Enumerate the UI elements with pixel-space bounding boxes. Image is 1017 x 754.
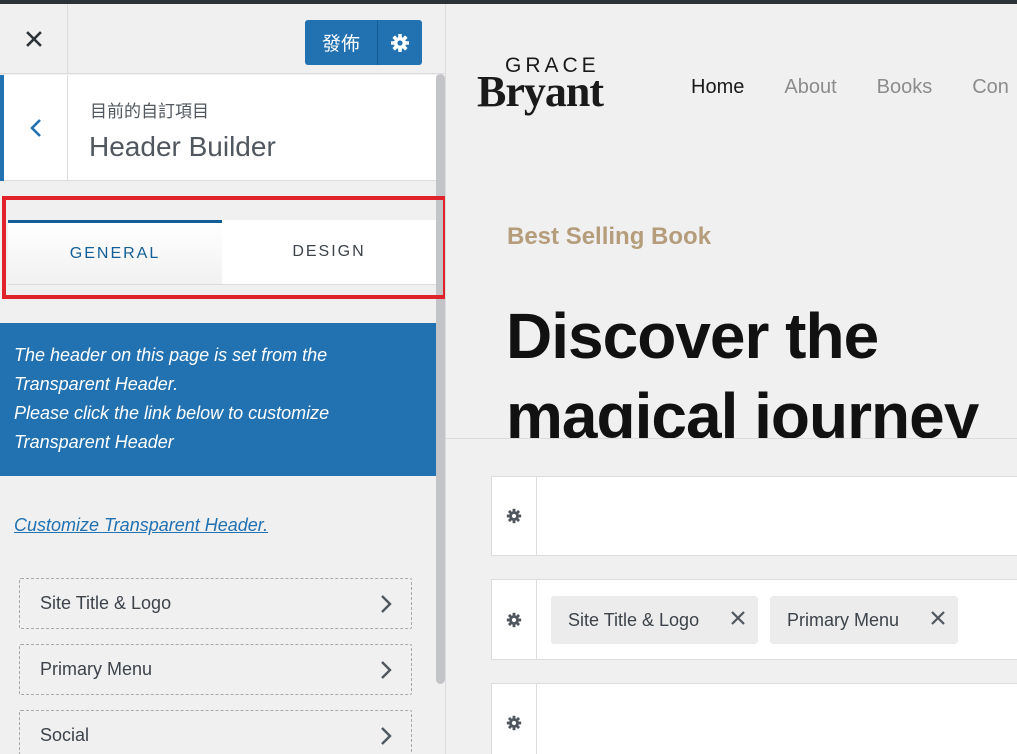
chip-label: Site Title & Logo xyxy=(568,609,700,630)
chevron-right-icon xyxy=(381,595,392,613)
gear-icon xyxy=(506,508,522,524)
builder-row-above-header[interactable] xyxy=(491,476,1017,556)
nav-item-contact[interactable]: Con xyxy=(972,76,1009,99)
chip-label: Primary Menu xyxy=(787,609,900,630)
builder-row-primary-header[interactable]: Site Title & Logo Primary Menu xyxy=(491,579,1017,660)
list-item-site-title-logo[interactable]: Site Title & Logo xyxy=(19,578,412,629)
hero-line: Discover the xyxy=(506,300,879,372)
list-item-social[interactable]: Social xyxy=(19,710,412,754)
remove-icon[interactable] xyxy=(730,610,746,626)
tabs-highlight-annotation xyxy=(2,196,445,299)
gear-icon xyxy=(391,33,409,52)
remove-icon[interactable] xyxy=(930,610,946,626)
site-preview: GRACE Bryant Home About Books Con Best S… xyxy=(446,4,1017,754)
gear-icon xyxy=(506,715,522,731)
publish-settings-button[interactable] xyxy=(377,20,422,65)
list-item-primary-menu[interactable]: Primary Menu xyxy=(19,644,412,695)
hero-heading: Discover the magical journey xyxy=(506,296,979,456)
back-button[interactable] xyxy=(0,75,68,181)
notice-line: Please click the link below to customize xyxy=(14,403,330,423)
transparent-header-notice: The header on this page is set from the … xyxy=(0,323,436,476)
notice-line: Transparent Header xyxy=(14,432,174,452)
close-icon xyxy=(25,31,42,47)
header-builder-panel: Site Title & Logo Primary Menu xyxy=(446,438,1017,754)
notice-line: The header on this page is set from the xyxy=(14,345,328,365)
builder-row-below-header[interactable] xyxy=(491,683,1017,754)
row-settings-button[interactable] xyxy=(492,477,537,555)
row-settings-button[interactable] xyxy=(492,580,537,659)
builder-chip-primary-menu[interactable]: Primary Menu xyxy=(770,596,958,644)
list-item-label: Primary Menu xyxy=(40,659,153,679)
list-item-label: Site Title & Logo xyxy=(40,593,172,613)
chevron-right-icon xyxy=(381,727,392,745)
row-settings-button[interactable] xyxy=(492,684,537,754)
chevron-left-icon xyxy=(29,119,41,137)
breadcrumb: 目前的自訂項目 xyxy=(90,102,209,122)
close-customizer-button[interactable] xyxy=(0,4,68,74)
list-item-label: Social xyxy=(40,725,90,745)
gear-icon xyxy=(506,612,522,627)
publish-group: 發佈 xyxy=(305,20,422,65)
section-title-panel: 目前的自訂項目 Header Builder xyxy=(0,75,436,181)
builder-chip-site-title-logo[interactable]: Site Title & Logo xyxy=(551,596,758,644)
site-nav: Home About Books Con xyxy=(691,76,1017,99)
publish-button[interactable]: 發佈 xyxy=(305,20,377,65)
hero-eyebrow: Best Selling Book xyxy=(507,223,712,250)
sidebar-scrollbar[interactable] xyxy=(436,74,445,684)
nav-item-about[interactable]: About xyxy=(784,76,836,99)
page-title: Header Builder xyxy=(89,131,276,162)
customize-transparent-header-link[interactable]: Customize Transparent Header. xyxy=(14,515,268,536)
customizer-header: 發佈 xyxy=(0,4,445,74)
site-logo-main[interactable]: Bryant xyxy=(477,66,604,117)
customizer-sidebar: 發佈 目前的自訂項目 Header Builder GENERAL DESIGN… xyxy=(0,4,446,754)
nav-item-home[interactable]: Home xyxy=(691,76,744,99)
chevron-right-icon xyxy=(381,661,392,679)
nav-item-books[interactable]: Books xyxy=(877,76,933,99)
notice-line: Transparent Header. xyxy=(14,374,179,394)
